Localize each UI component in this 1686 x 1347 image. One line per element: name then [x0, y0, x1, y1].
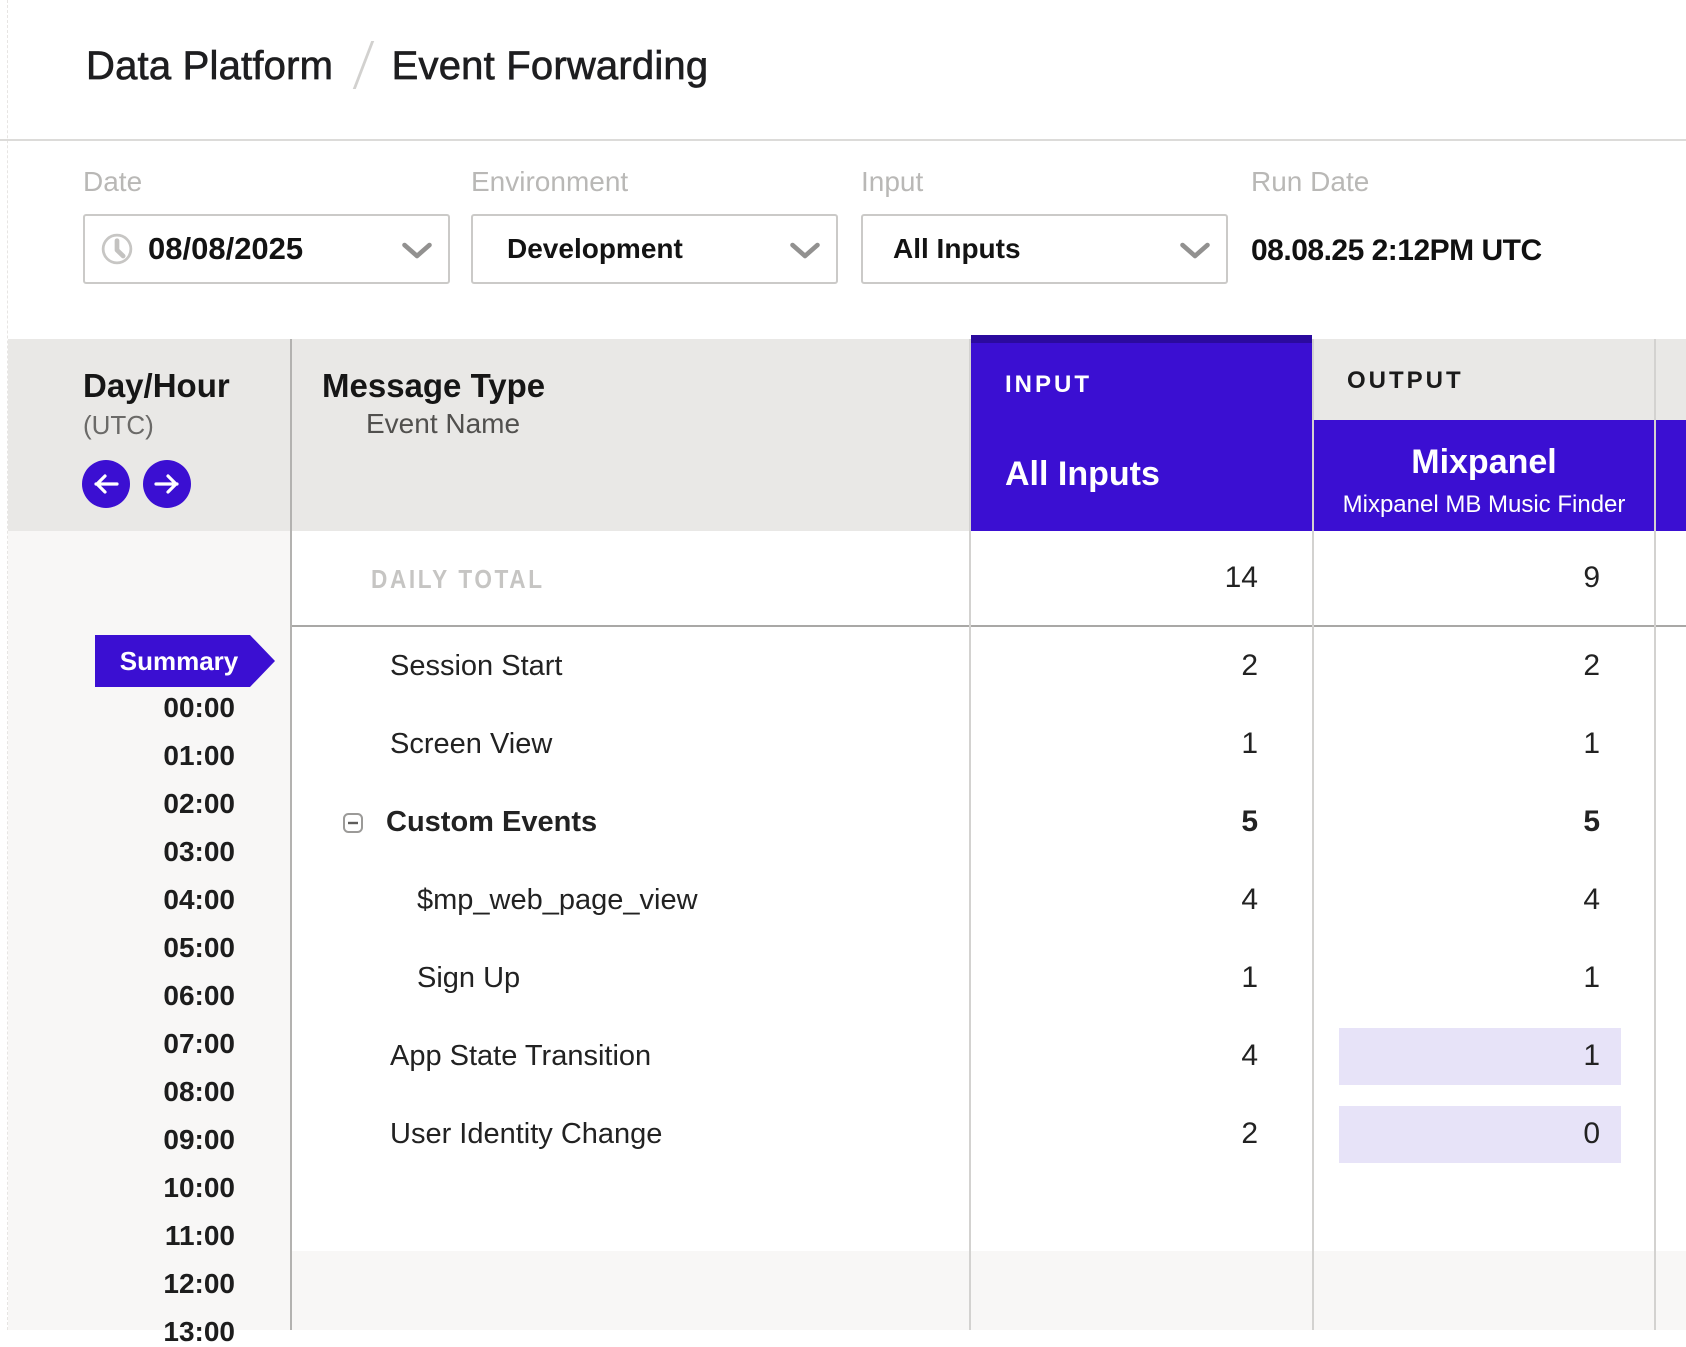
breadcrumb-separator: / [362, 41, 365, 89]
bottom-band [292, 1251, 1686, 1330]
row-output-value: 5 [1380, 806, 1600, 838]
row-input-value: 1 [1038, 962, 1258, 994]
output-column-subtitle: Mixpanel MB Music Finder [1314, 490, 1654, 520]
row-output-value: 1 [1380, 1040, 1600, 1072]
date-label: Date [83, 168, 142, 196]
input-label: Input [861, 168, 923, 196]
hour-item[interactable]: 13:00 [85, 1317, 235, 1347]
environment-select[interactable]: Development [471, 214, 838, 284]
row-input-value: 5 [1038, 806, 1258, 838]
row-label: App State Transition [390, 1040, 651, 1072]
row-label: User Identity Change [390, 1118, 662, 1150]
output-column-2-header[interactable] [1656, 420, 1686, 531]
hour-item[interactable]: 04:00 [85, 885, 235, 915]
run-date-label: Run Date [1251, 168, 1369, 196]
hour-item[interactable]: 08:00 [85, 1077, 235, 1107]
output-column-title: Mixpanel [1314, 443, 1654, 481]
hour-item[interactable]: 00:00 [85, 693, 235, 723]
input-column-header[interactable]: INPUT All Inputs [971, 335, 1312, 531]
grid-line-3 [1654, 339, 1656, 1330]
row-label[interactable]: Custom Events [386, 806, 597, 838]
row-output-value: 1 [1380, 962, 1600, 994]
daily-total-label: DAILY TOTAL [371, 566, 545, 592]
run-date-value: 08.08.25 2:12PM UTC [1251, 236, 1542, 266]
breadcrumb-section[interactable]: Data Platform [86, 44, 333, 88]
breadcrumb: Data Platform / Event Forwarding [86, 41, 708, 89]
hour-item[interactable]: 01:00 [85, 741, 235, 771]
daily-total-input: 14 [1038, 562, 1258, 594]
hour-item[interactable]: 09:00 [85, 1125, 235, 1155]
row-input-value: 2 [1038, 650, 1258, 682]
row-label: $mp_web_page_view [417, 884, 698, 916]
header-divider [0, 139, 1686, 141]
summary-label: Summary [95, 635, 250, 687]
day-hour-title: Day/Hour [83, 368, 230, 404]
output-group-label: OUTPUT [1347, 369, 1464, 393]
date-select[interactable]: 08/08/2025 [83, 214, 450, 284]
hour-item[interactable]: 11:00 [85, 1221, 235, 1251]
hour-item[interactable]: 03:00 [85, 837, 235, 867]
hour-item[interactable]: 07:00 [85, 1029, 235, 1059]
row-input-value: 1 [1038, 728, 1258, 760]
message-type-title: Message Type [322, 368, 545, 404]
hour-item[interactable]: 02:00 [85, 789, 235, 819]
row-label: Session Start [390, 650, 562, 682]
hour-item[interactable]: 06:00 [85, 981, 235, 1011]
row-input-value: 4 [1038, 884, 1258, 916]
input-column-title: All Inputs [1005, 455, 1160, 493]
environment-value: Development [507, 216, 683, 282]
daily-total-separator [292, 625, 1686, 627]
row-output-value: 0 [1380, 1118, 1600, 1150]
row-output-value: 1 [1380, 728, 1600, 760]
environment-label: Environment [471, 168, 628, 196]
next-day-button[interactable] [143, 460, 191, 508]
arrow-left-icon [92, 472, 120, 496]
output-column-header[interactable]: Mixpanel Mixpanel MB Music Finder [1314, 420, 1654, 531]
collapse-icon[interactable] [343, 813, 363, 833]
chevron-down-icon [401, 242, 433, 260]
rail-border [290, 339, 292, 1330]
chevron-down-icon [789, 242, 821, 260]
date-value: 08/08/2025 [148, 216, 303, 282]
event-name-subtitle: Event Name [366, 410, 520, 438]
row-input-value: 2 [1038, 1118, 1258, 1150]
grid-line-2 [1312, 339, 1314, 1330]
page-title: Event Forwarding [392, 44, 709, 88]
grid-line-1 [969, 339, 971, 1330]
day-hour-subtitle: (UTC) [83, 411, 154, 439]
row-label: Sign Up [417, 962, 520, 994]
input-value: All Inputs [893, 216, 1021, 282]
summary-tab[interactable]: Summary [95, 635, 275, 687]
daily-total-output: 9 [1380, 562, 1600, 594]
hour-item[interactable]: 12:00 [85, 1269, 235, 1299]
row-label: Screen View [390, 728, 552, 760]
clock-icon [101, 233, 133, 265]
row-output-value: 4 [1380, 884, 1600, 916]
chevron-down-icon [1179, 242, 1211, 260]
row-output-value: 2 [1380, 650, 1600, 682]
input-select[interactable]: All Inputs [861, 214, 1228, 284]
prev-day-button[interactable] [82, 460, 130, 508]
arrow-right-icon [153, 472, 181, 496]
hour-item[interactable]: 10:00 [85, 1173, 235, 1203]
row-input-value: 4 [1038, 1040, 1258, 1072]
input-group-label: INPUT [1005, 373, 1092, 397]
hour-item[interactable]: 05:00 [85, 933, 235, 963]
